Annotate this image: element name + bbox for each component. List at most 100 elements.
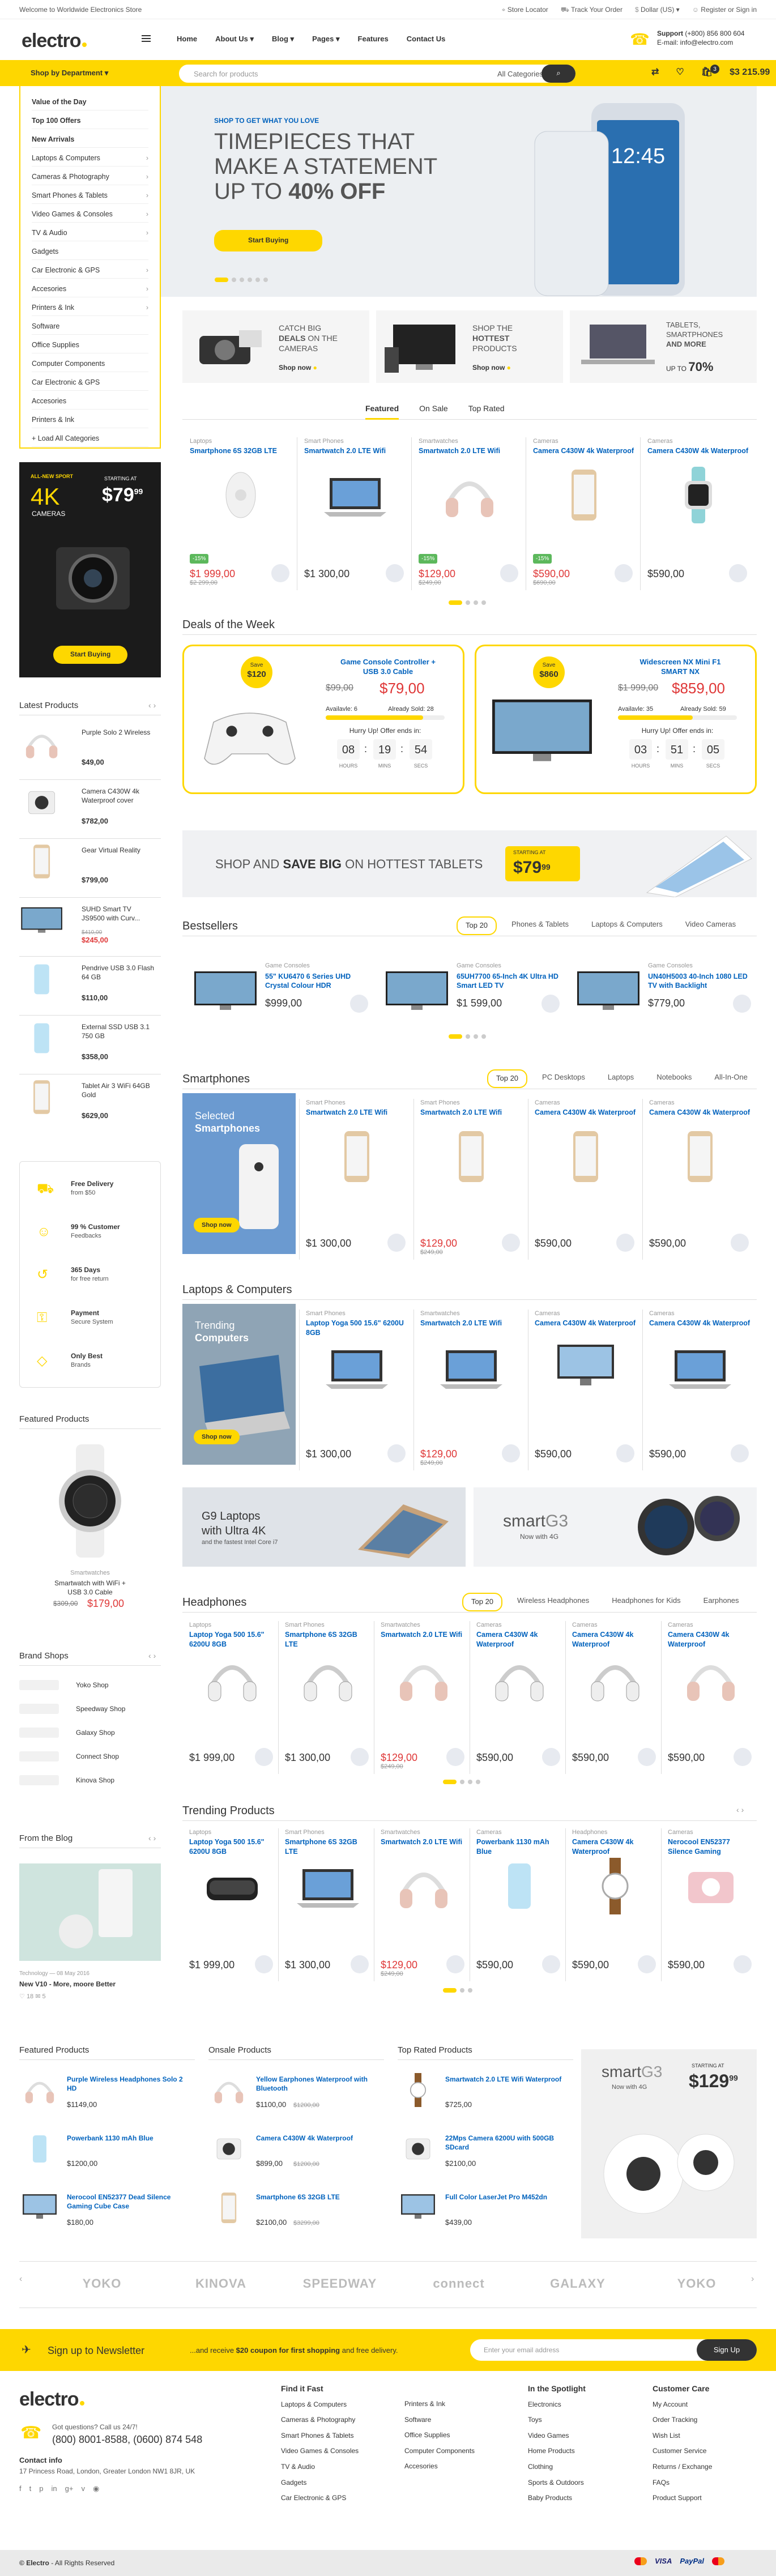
product-image[interactable]: [321, 467, 389, 526]
add-to-cart-button[interactable]: [502, 1234, 520, 1252]
footer-link[interactable]: Toys: [528, 2412, 586, 2428]
product-category[interactable]: Smart Phones: [285, 1828, 371, 1836]
add-to-cart-button[interactable]: [638, 1955, 656, 1973]
latest-product-item[interactable]: Pendrive USB 3.0 Flash 64 GB $110,00: [19, 961, 161, 1016]
chevron-left-icon[interactable]: ‹: [148, 1833, 151, 1843]
brand-logo[interactable]: YOKO: [62, 2276, 142, 2292]
slide-dot[interactable]: [474, 600, 478, 605]
add-to-cart-button[interactable]: [731, 1444, 749, 1462]
product-category[interactable]: Cameras: [533, 437, 635, 445]
footer-link[interactable]: TV & Audio: [281, 2459, 359, 2475]
product-image[interactable]: [485, 1858, 553, 1917]
footer-link[interactable]: Product Support: [653, 2490, 712, 2506]
department-item[interactable]: Car Electronic & GPS ›: [32, 260, 148, 279]
product-title[interactable]: Camera C430W 4k Waterproof: [476, 1630, 562, 1648]
store-locator-link[interactable]: ⌖ Store Locator: [502, 6, 548, 15]
product-title[interactable]: Yellow Earphones Waterproof with Bluetoo…: [256, 2075, 381, 2093]
add-to-cart-button[interactable]: [500, 564, 518, 582]
slide-dot[interactable]: [481, 600, 486, 605]
product-category[interactable]: Smartwatches: [381, 1621, 467, 1629]
nav-about[interactable]: About Us ▾: [215, 35, 254, 44]
product-category[interactable]: Cameras: [647, 437, 749, 445]
product-card[interactable]: Cameras Camera C430W 4k Waterproof $590,00: [647, 437, 749, 590]
product-title[interactable]: Camera C430W 4k Waterproof: [649, 1319, 751, 1337]
product-title[interactable]: Tablet Air 3 WiFi 64GB Gold: [82, 1082, 155, 1099]
nav-features[interactable]: Features: [358, 35, 389, 44]
department-item[interactable]: Gadgets: [32, 241, 148, 260]
slide-dot[interactable]: [449, 1034, 462, 1039]
bestsellers-dots[interactable]: [449, 1034, 486, 1039]
product-title[interactable]: Camera C430W 4k Waterproof: [572, 1630, 658, 1648]
shop-now-button[interactable]: Shop now: [194, 1218, 240, 1233]
footer-link[interactable]: Returns / Exchange: [653, 2459, 712, 2475]
tab-on-sale[interactable]: On Sale: [419, 403, 448, 420]
latest-product-item[interactable]: Gear Virtual Reality $799,00: [19, 843, 161, 898]
chevron-right-icon[interactable]: ›: [154, 1651, 156, 1660]
product-title[interactable]: Smartwatch 2.0 LTE Wifi: [381, 1630, 467, 1648]
product-card[interactable]: Smart Phones Smartwatch 2.0 LTE Wifi $249,…: [420, 1099, 522, 1260]
nav-pages[interactable]: Pages ▾: [312, 35, 339, 44]
product-category[interactable]: Laptops: [189, 1621, 275, 1629]
department-item[interactable]: Software: [32, 316, 148, 335]
product-title[interactable]: Nerocool EN52377 Dead Silence Gaming Cub…: [67, 2193, 191, 2211]
product-title[interactable]: Camera C430W 4k Waterproof: [647, 446, 749, 464]
product-title[interactable]: Camera C430W 4k Waterproof: [535, 1108, 637, 1126]
add-to-cart-button[interactable]: [351, 1955, 369, 1973]
tab-wireless-headphones[interactable]: Wireless Headphones: [509, 1593, 597, 1611]
product-card[interactable]: Cameras Camera C430W 4k Waterproof $590,00: [535, 1310, 637, 1470]
latest-product-item[interactable]: External SSD USB 3.1 750 GB $358,00: [19, 1020, 161, 1074]
product-category[interactable]: Cameras: [476, 1828, 562, 1836]
add-to-cart-button[interactable]: [255, 1955, 273, 1973]
department-item[interactable]: Laptops & Computers ›: [32, 148, 148, 167]
product-card[interactable]: Cameras Camera C430W 4k Waterproof $590,00: [649, 1099, 751, 1260]
product-image[interactable]: [323, 1128, 391, 1188]
product-category[interactable]: Smart Phones: [304, 437, 406, 445]
footer-link[interactable]: Customer Service: [653, 2443, 712, 2459]
shop-now-link[interactable]: Shop now ●: [279, 364, 317, 373]
slide-dot[interactable]: [466, 1034, 470, 1039]
product-title[interactable]: External SSD USB 3.1 750 GB: [82, 1023, 155, 1040]
product-title[interactable]: Powerbank 1130 mAh Blue: [67, 2134, 191, 2143]
product-image[interactable]: [552, 1128, 620, 1188]
product-card[interactable]: Smart Phones Smartphone 6S 32GB LTE $1 300…: [285, 1621, 371, 1774]
search-input[interactable]: Search for products: [194, 70, 258, 79]
department-item[interactable]: Smart Phones & Tablets ›: [32, 185, 148, 204]
add-to-cart-button[interactable]: [271, 564, 289, 582]
bottom-list-item[interactable]: Powerbank 1130 mAh Blue $1200,00: [19, 2132, 195, 2183]
product-image[interactable]: [581, 1650, 649, 1710]
product-image[interactable]: [677, 1650, 745, 1710]
brand-logo[interactable]: connect: [419, 2276, 498, 2292]
product-category[interactable]: Smartwatches: [420, 1310, 522, 1317]
department-item[interactable]: New Arrivals: [32, 129, 148, 148]
smartg3-side-ad[interactable]: smartG3 Now with 4G STARTING AT $12999: [581, 2049, 757, 2238]
tab-pc-desktops[interactable]: PC Desktops: [534, 1069, 593, 1088]
slide-dot[interactable]: [443, 1780, 457, 1784]
product-category[interactable]: Cameras: [572, 1621, 658, 1629]
slide-dot[interactable]: [474, 1034, 478, 1039]
add-to-cart-button[interactable]: [638, 1748, 656, 1766]
slide-dot[interactable]: [476, 1780, 480, 1784]
product-title[interactable]: Camera C430W 4k Waterproof: [256, 2134, 381, 2143]
product-title[interactable]: Smartwatch 2.0 LTE Wifi: [306, 1108, 408, 1126]
add-to-cart-button[interactable]: [446, 1955, 464, 1973]
product-image[interactable]: [390, 1650, 458, 1710]
chevron-right-icon[interactable]: ›: [154, 1833, 156, 1843]
footer-link[interactable]: Clothing: [528, 2459, 586, 2475]
product-image[interactable]: [666, 1128, 734, 1188]
product-image[interactable]: [550, 467, 618, 526]
product-category[interactable]: Game Consoles: [265, 962, 310, 970]
product-image[interactable]: [191, 963, 259, 1017]
footer-link[interactable]: Order Tracking: [653, 2412, 712, 2428]
product-card[interactable]: Cameras Camera C430W 4k Waterproof $590,00: [572, 1621, 658, 1774]
chevron-left-icon[interactable]: ‹: [148, 701, 151, 710]
g9-laptops-banner[interactable]: G9 Laptops with Ultra 4K and the fastest I…: [182, 1487, 466, 1567]
product-image[interactable]: [677, 1858, 745, 1917]
add-to-cart-button[interactable]: [351, 1748, 369, 1766]
product-card[interactable]: Headphones Camera C430W 4k Waterproof $590…: [572, 1828, 658, 1981]
department-item[interactable]: Printers & Ink: [32, 410, 148, 428]
product-title[interactable]: Smartwatch 2.0 LTE Wifi Waterproof: [445, 2075, 570, 2084]
promo-hottest[interactable]: SHOP THE HOTTEST PRODUCTS Shop now ●: [376, 310, 563, 383]
product-image[interactable]: [198, 1650, 266, 1710]
department-item[interactable]: Cameras & Photography ›: [32, 167, 148, 185]
footer-link[interactable]: Computer Components: [404, 2443, 475, 2459]
